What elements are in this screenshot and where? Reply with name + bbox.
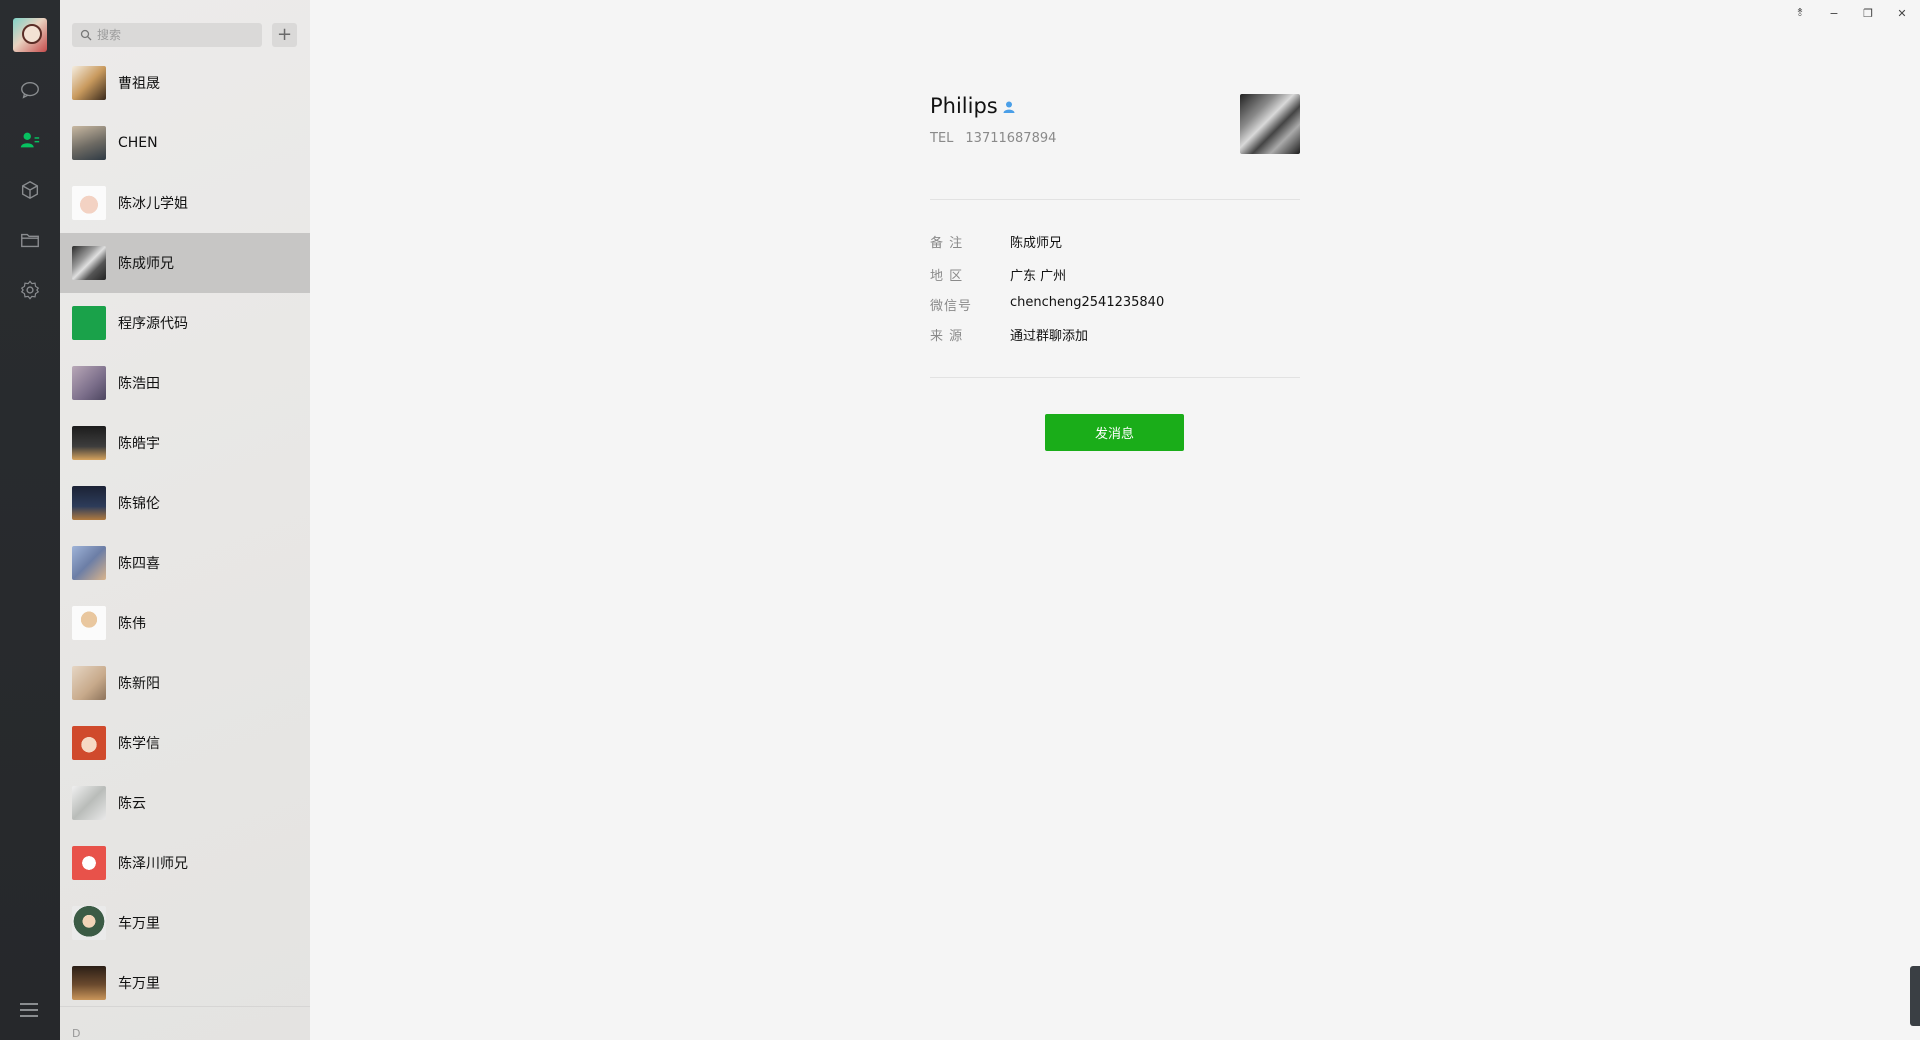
contact-item[interactable]: 陈锦伦 — [60, 473, 310, 533]
info-value: 广东 广州 — [1010, 269, 1067, 284]
contact-item[interactable]: 程序源代码 — [60, 293, 310, 353]
contact-item[interactable]: 陈学信 — [60, 713, 310, 773]
search-icon — [80, 29, 92, 41]
info-label: 地 区 — [930, 269, 964, 284]
avatar — [72, 426, 106, 460]
contact-name: 陈云 — [118, 796, 146, 812]
side-handle[interactable] — [1910, 966, 1920, 1026]
settings-icon[interactable] — [18, 278, 42, 302]
info-value: chencheng2541235840 — [1010, 295, 1165, 310]
avatar — [72, 306, 106, 340]
contact-item[interactable]: 陈浩田 — [60, 353, 310, 413]
contact-title: Philips — [930, 94, 998, 118]
contact-item[interactable]: 曹祖晟 — [60, 53, 310, 113]
info-row-wechat-id: 微信号 chencheng2541235840 — [930, 295, 1164, 314]
avatar — [72, 486, 106, 520]
contact-item[interactable]: 陈皓宇 — [60, 413, 310, 473]
contact-item[interactable]: 陈新阳 — [60, 653, 310, 713]
contact-item[interactable]: 陈四喜 — [60, 533, 310, 593]
info-label: 微信号 — [930, 299, 973, 314]
search-box[interactable] — [72, 23, 262, 47]
contact-item[interactable]: 陈云 — [60, 773, 310, 833]
contact-name: 车万里 — [118, 976, 160, 992]
info-label: 来 源 — [930, 329, 964, 344]
info-value: 通过群聊添加 — [1010, 329, 1089, 344]
nav-bar — [0, 0, 60, 1040]
avatar — [72, 666, 106, 700]
contact-name: 陈成师兄 — [118, 256, 174, 272]
avatar — [72, 546, 106, 580]
divider — [930, 377, 1300, 378]
info-row-remark: 备 注 陈成师兄 — [930, 232, 1062, 251]
contact-name: 陈伟 — [118, 616, 146, 632]
avatar — [72, 366, 106, 400]
avatar — [72, 606, 106, 640]
send-message-button[interactable]: 发消息 — [1045, 414, 1184, 451]
avatar — [72, 966, 106, 1000]
contact-name: 陈浩田 — [118, 376, 160, 392]
contact-item[interactable]: 车万里 — [60, 953, 310, 1013]
avatar — [72, 786, 106, 820]
section-letter: D — [60, 1006, 310, 1040]
avatar — [72, 186, 106, 220]
search-input[interactable] — [97, 28, 247, 42]
contact-name: 陈冰儿学姐 — [118, 196, 188, 212]
info-value: 陈成师兄 — [1010, 236, 1063, 251]
contact-name: CHEN — [118, 135, 158, 151]
restore-button[interactable]: ❐ — [1851, 3, 1885, 23]
divider — [930, 199, 1300, 200]
cube-icon[interactable] — [18, 178, 42, 202]
avatar — [72, 126, 106, 160]
info-label: 备 注 — [930, 236, 964, 251]
user-avatar[interactable] — [13, 18, 47, 52]
contact-name: 陈泽川师兄 — [118, 856, 188, 872]
person-icon — [1003, 101, 1015, 113]
contact-name: 程序源代码 — [118, 316, 188, 332]
contact-name: 曹祖晟 — [118, 76, 160, 92]
tel-line: TEL 13711687894 — [930, 131, 1056, 146]
contact-item[interactable]: 陈伟 — [60, 593, 310, 653]
avatar — [72, 906, 106, 940]
avatar — [72, 846, 106, 880]
info-row-source: 来 源 通过群聊添加 — [930, 325, 1088, 344]
contact-name: 陈皓宇 — [118, 436, 160, 452]
contact-item-selected[interactable]: 陈成师兄 — [60, 233, 310, 293]
chat-icon[interactable] — [18, 78, 42, 102]
close-button[interactable]: ✕ — [1885, 3, 1919, 23]
contact-name: 陈四喜 — [118, 556, 160, 572]
info-row-region: 地 区 广东 广州 — [930, 265, 1066, 284]
contact-list-panel: + 曹祖晟 CHEN 陈冰儿学姐 陈成师兄 程序源代码 陈浩田 陈皓宇 — [60, 0, 310, 1040]
contact-name: 车万里 — [118, 916, 160, 932]
profile-photo[interactable] — [1240, 94, 1300, 154]
contact-name: 陈锦伦 — [118, 496, 160, 512]
menu-icon[interactable] — [20, 1003, 40, 1019]
contact-list: 曹祖晟 CHEN 陈冰儿学姐 陈成师兄 程序源代码 陈浩田 陈皓宇 陈锦伦 陈四… — [60, 53, 310, 1013]
contacts-icon[interactable] — [18, 128, 42, 152]
contact-item[interactable]: 陈泽川师兄 — [60, 833, 310, 893]
contact-item[interactable]: CHEN — [60, 113, 310, 173]
contact-item[interactable]: 车万里 — [60, 893, 310, 953]
avatar — [72, 66, 106, 100]
avatar — [72, 246, 106, 280]
contact-name: 陈学信 — [118, 736, 160, 752]
contact-item[interactable]: 陈冰儿学姐 — [60, 173, 310, 233]
minimize-button[interactable]: − — [1817, 3, 1851, 23]
tel-number: 13711687894 — [965, 131, 1057, 146]
avatar — [72, 726, 106, 760]
pin-button[interactable]: ⥉ — [1783, 3, 1817, 23]
add-contact-button[interactable]: + — [272, 23, 297, 47]
contact-name: 陈新阳 — [118, 676, 160, 692]
folder-icon[interactable] — [18, 228, 42, 252]
tel-label: TEL — [930, 131, 954, 146]
